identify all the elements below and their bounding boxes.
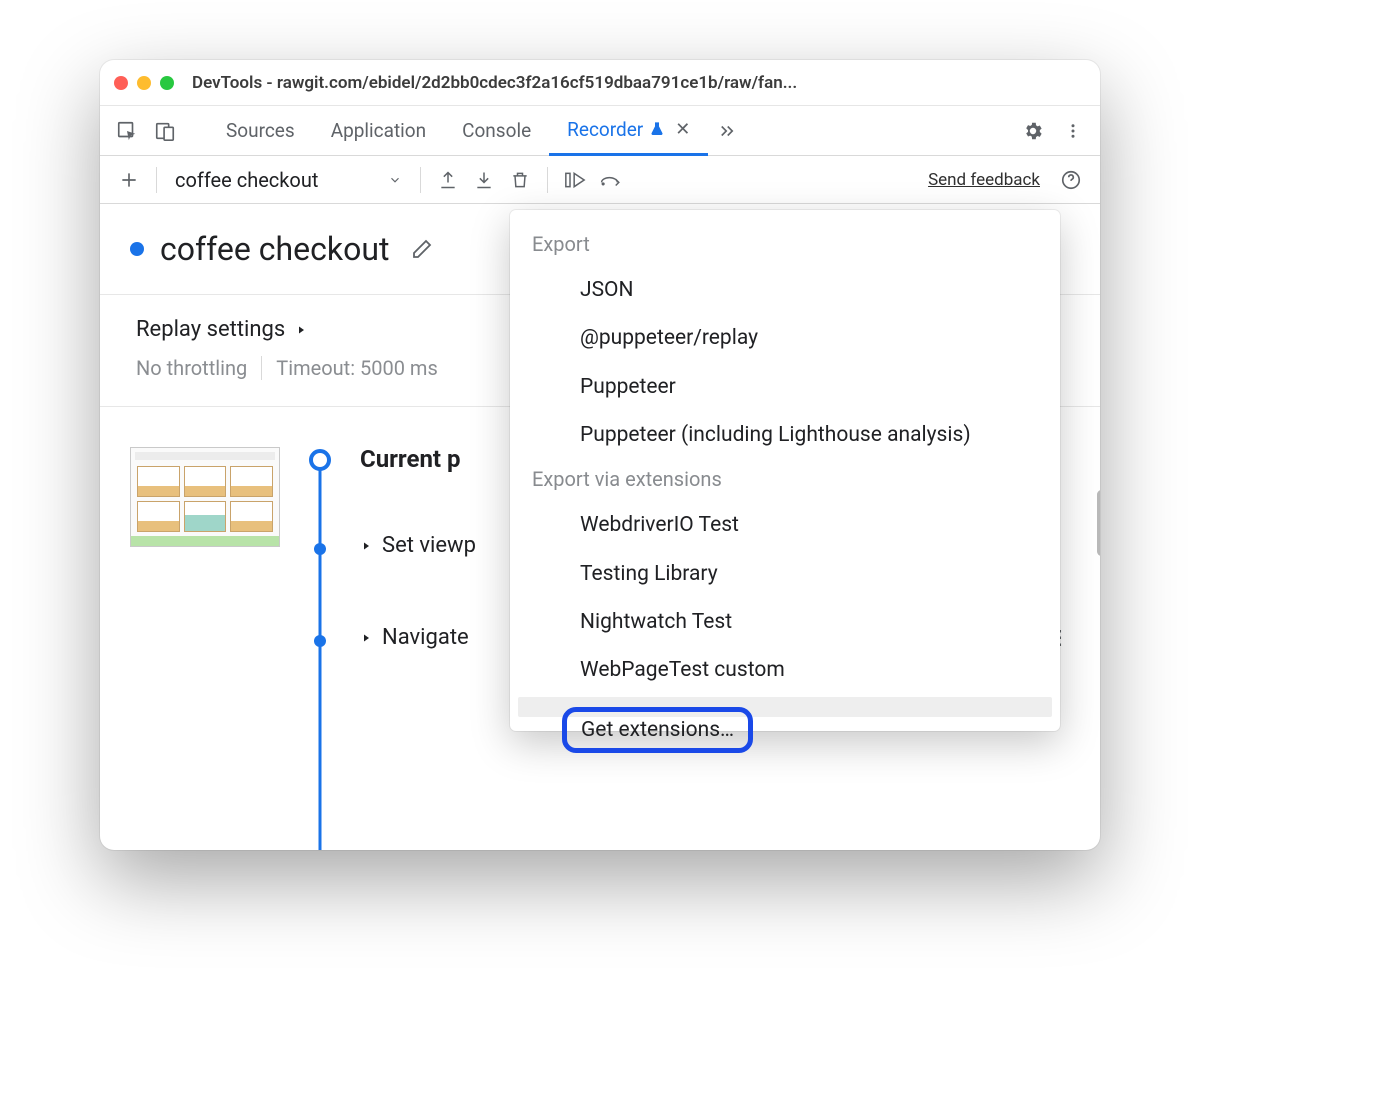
- dropdown-section-export: Export: [510, 228, 1060, 266]
- export-icon[interactable]: [431, 163, 465, 197]
- timeline-node: [314, 635, 326, 647]
- dropdown-section-extensions: Export via extensions: [510, 459, 1060, 501]
- step-navigate[interactable]: Navigate: [360, 625, 469, 650]
- caret-right-icon: [295, 324, 307, 336]
- more-tabs-icon[interactable]: [708, 106, 746, 156]
- replay-icon[interactable]: [558, 163, 592, 197]
- page-thumbnail: [130, 447, 280, 547]
- timeout-value: Timeout: 5000 ms: [276, 356, 438, 380]
- import-icon[interactable]: [467, 163, 501, 197]
- tab-sources[interactable]: Sources: [208, 106, 313, 156]
- export-json[interactable]: JSON: [510, 266, 1060, 314]
- recording-select[interactable]: coffee checkout: [167, 168, 410, 192]
- inspect-element-icon[interactable]: [110, 114, 144, 148]
- titlebar: DevTools - rawgit.com/ebidel/2d2bb0cdec3…: [100, 60, 1100, 106]
- caret-right-icon: [360, 632, 372, 644]
- export-webpagetest[interactable]: WebPageTest custom: [510, 646, 1060, 694]
- device-toolbar-icon[interactable]: [148, 114, 182, 148]
- step-icon[interactable]: [594, 163, 628, 197]
- export-puppeteer-replay[interactable]: @puppeteer/replay: [510, 314, 1060, 362]
- kebab-menu-icon[interactable]: [1056, 114, 1090, 148]
- timeline: [300, 447, 340, 830]
- window-title: DevTools - rawgit.com/ebidel/2d2bb0cdec3…: [192, 73, 1086, 93]
- devtools-window: DevTools - rawgit.com/ebidel/2d2bb0cdec3…: [100, 60, 1100, 850]
- scrollbar-thumb[interactable]: [1097, 490, 1100, 556]
- export-nightwatch[interactable]: Nightwatch Test: [510, 598, 1060, 646]
- step-set-viewport[interactable]: Set viewp: [360, 533, 476, 558]
- send-feedback-link[interactable]: Send feedback: [928, 170, 1040, 190]
- panel-tabbar: Sources Application Console Recorder ✕: [100, 106, 1100, 156]
- minimize-window-icon[interactable]: [137, 76, 151, 90]
- window-controls: [114, 76, 174, 90]
- get-extensions[interactable]: Get extensions…: [518, 697, 1052, 717]
- export-testing-library[interactable]: Testing Library: [510, 550, 1060, 598]
- export-dropdown: Export JSON @puppeteer/replay Puppeteer …: [510, 210, 1060, 731]
- chevron-down-icon: [388, 173, 402, 187]
- export-puppeteer[interactable]: Puppeteer: [510, 363, 1060, 411]
- recorder-toolbar: coffee checkout Send feedback: [100, 156, 1100, 204]
- close-window-icon[interactable]: [114, 76, 128, 90]
- panel-tabs: Sources Application Console Recorder ✕: [208, 106, 746, 156]
- recording-title: coffee checkout: [160, 230, 389, 268]
- flask-icon: [649, 121, 665, 137]
- recording-status-dot: [130, 242, 144, 256]
- tab-application[interactable]: Application: [313, 106, 444, 156]
- settings-icon[interactable]: [1016, 114, 1050, 148]
- timeline-node: [314, 543, 326, 555]
- tab-recorder[interactable]: Recorder ✕: [549, 106, 708, 156]
- throttling-value: No throttling: [136, 356, 247, 380]
- step-current-page[interactable]: Current p: [360, 445, 461, 473]
- caret-right-icon: [360, 540, 372, 552]
- timeline-node-start: [309, 449, 331, 471]
- edit-title-icon[interactable]: [405, 232, 439, 266]
- zoom-window-icon[interactable]: [160, 76, 174, 90]
- export-webdriverio[interactable]: WebdriverIO Test: [510, 501, 1060, 549]
- export-puppeteer-lighthouse[interactable]: Puppeteer (including Lighthouse analysis…: [510, 411, 1060, 459]
- new-recording-icon[interactable]: [112, 163, 146, 197]
- delete-icon[interactable]: [503, 163, 537, 197]
- help-icon[interactable]: [1054, 163, 1088, 197]
- close-tab-icon[interactable]: ✕: [671, 119, 690, 140]
- tab-console[interactable]: Console: [444, 106, 549, 156]
